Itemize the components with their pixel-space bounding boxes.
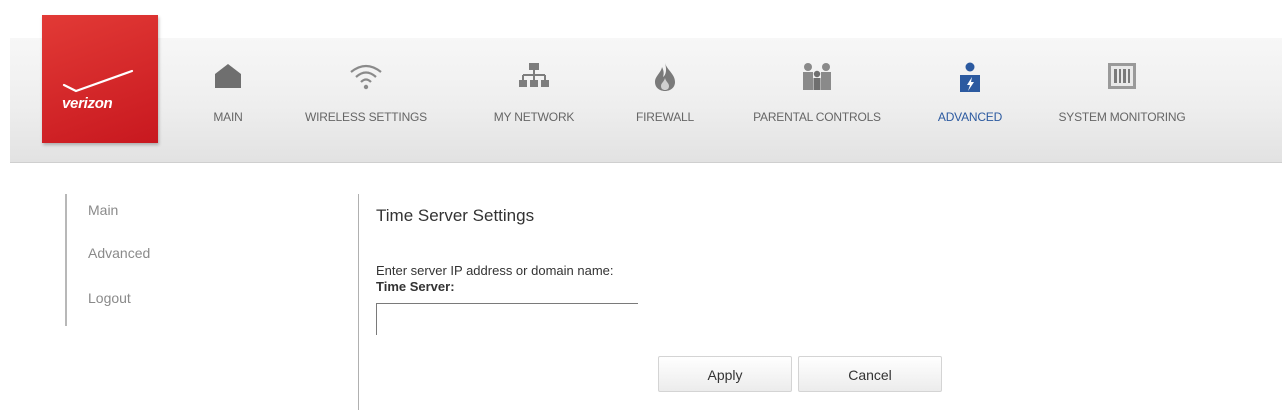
logo-check-swoosh-icon: [62, 69, 134, 93]
house-icon: [213, 62, 243, 93]
nav-parental-controls-label: PARENTAL CONTROLS: [753, 110, 881, 124]
logo-text: verizon: [62, 95, 113, 112]
nav-advanced-label: ADVANCED: [937, 110, 1003, 124]
nav-main-label: MAIN: [213, 110, 243, 124]
nav-firewall-label: FIREWALL: [636, 110, 694, 124]
time-server-label: Time Server:: [376, 279, 455, 294]
nav-wireless-settings-label: WIRELESS SETTINGS: [305, 110, 427, 124]
network-icon: [518, 62, 550, 95]
time-server-input[interactable]: [376, 303, 638, 335]
fire-icon: [653, 62, 677, 97]
content-divider: [358, 194, 359, 410]
nav-system-monitoring-label: SYSTEM MONITORING: [1058, 110, 1186, 124]
advanced-user-icon: [958, 62, 982, 99]
wifi-icon: [348, 62, 384, 95]
apply-button[interactable]: Apply: [658, 356, 792, 392]
page-title: Time Server Settings: [376, 206, 535, 225]
nav-system-monitoring[interactable]: SYSTEM MONITORING: [1038, 38, 1206, 162]
nav-parental-controls[interactable]: PARENTAL CONTROLS: [732, 38, 902, 162]
instruction-text: Enter server IP address or domain name:: [376, 263, 614, 278]
nav-wireless-settings[interactable]: WIRELESS SETTINGS: [282, 38, 450, 162]
sidebar-divider: [65, 194, 67, 326]
verizon-logo[interactable]: verizon: [42, 15, 158, 143]
nav-advanced[interactable]: ADVANCED: [922, 38, 1018, 162]
family-icon: [799, 62, 835, 97]
cancel-button[interactable]: Cancel: [798, 356, 942, 392]
monitor-icon: [1107, 62, 1137, 95]
sidebar-item-main[interactable]: Main: [88, 202, 118, 218]
nav-my-network[interactable]: MY NETWORK: [474, 38, 594, 162]
nav-firewall[interactable]: FIREWALL: [618, 38, 712, 162]
nav-main[interactable]: MAIN: [196, 38, 260, 162]
sidebar-item-advanced[interactable]: Advanced: [88, 245, 150, 261]
nav-my-network-label: MY NETWORK: [493, 110, 575, 124]
sidebar-item-logout[interactable]: Logout: [88, 290, 131, 306]
